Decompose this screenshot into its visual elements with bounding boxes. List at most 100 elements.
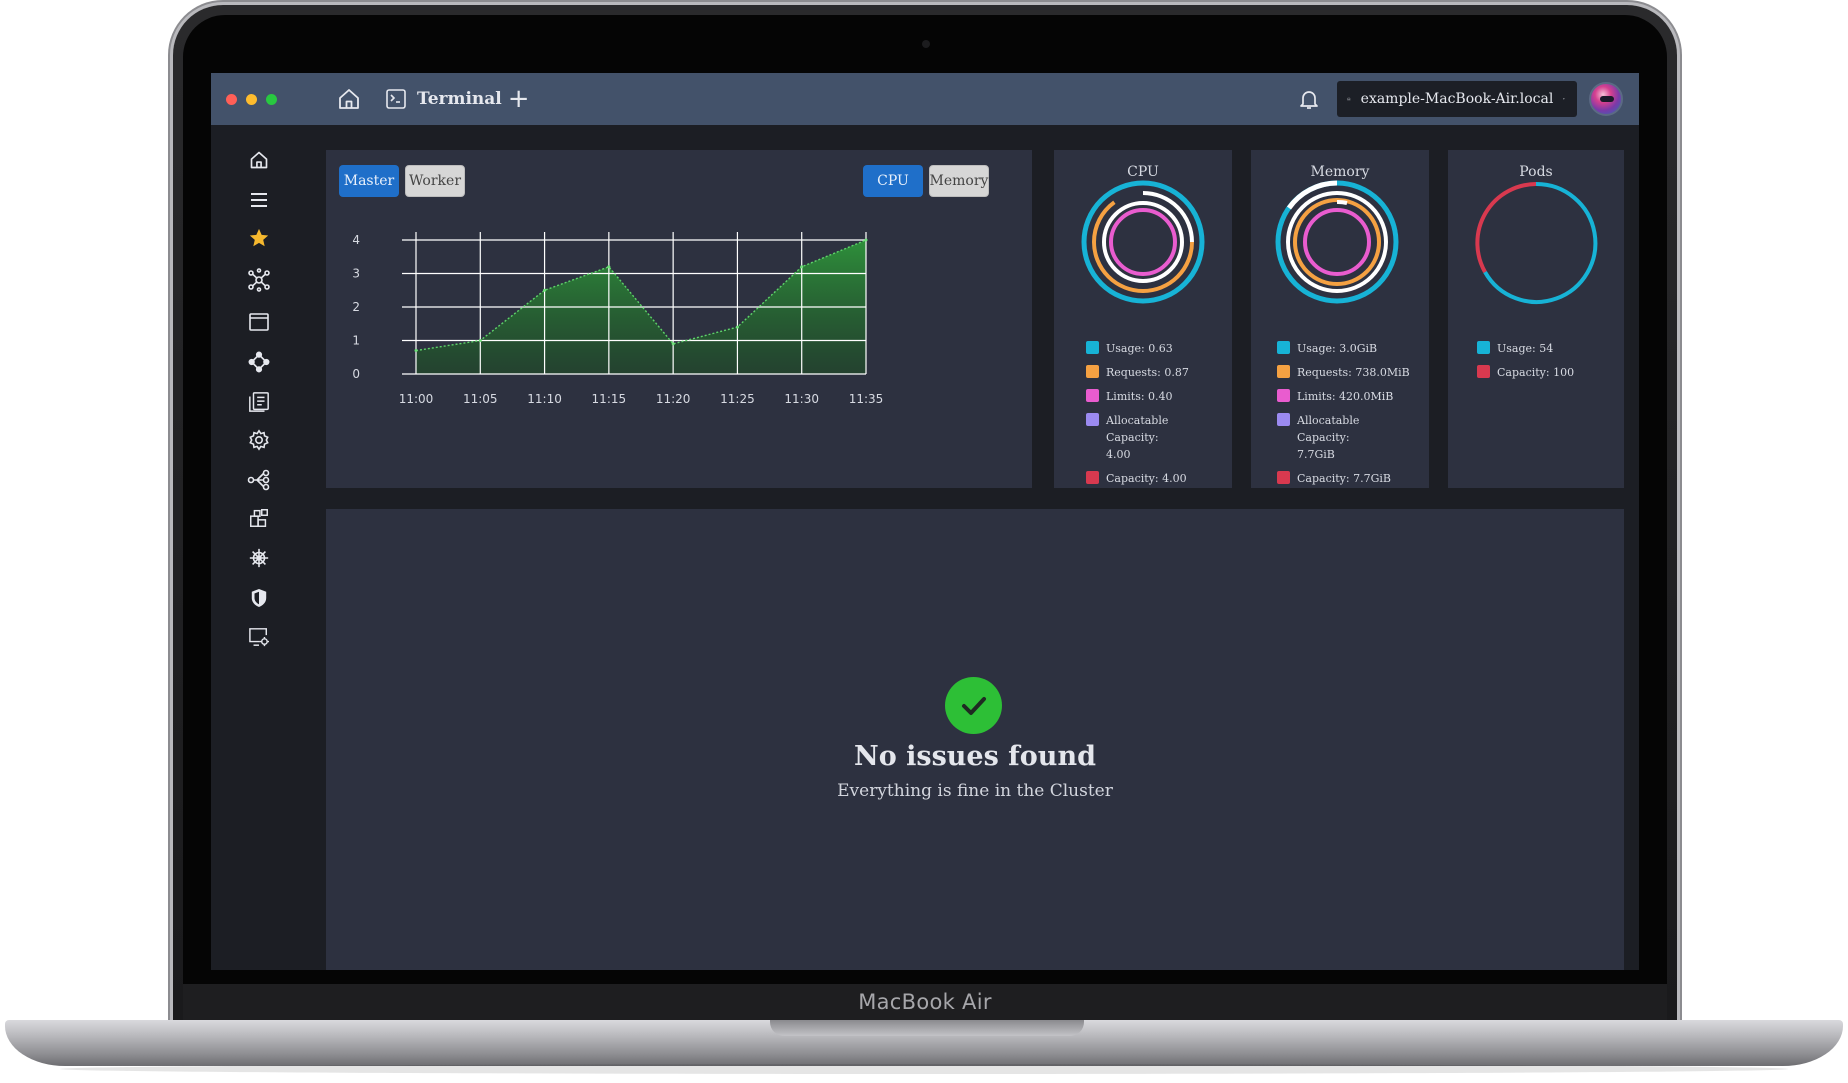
chart-xtick-label: 11:25 [720, 392, 755, 406]
home-icon [339, 89, 359, 109]
chart-ytick-label: 1 [352, 334, 360, 348]
sidebar-item-workloads[interactable] [244, 307, 274, 337]
legend-item: Limits: 0.40 [1086, 388, 1236, 405]
sidebar-item-menu[interactable] [244, 185, 274, 215]
legend-item: Requests: 0.87 [1086, 364, 1236, 381]
star-icon [249, 228, 269, 247]
chart-xtick-label: 11:15 [592, 392, 627, 406]
legend-label: Allocatable Capacity: 4.00 [1106, 414, 1169, 461]
cpu-legend: Usage: 0.63 Requests: 0.87 Limits: 0.40 … [1086, 340, 1236, 494]
metrics-chart-panel: Master Worker CPU Memory 0 1 2 3 4 11:00 11:05… [326, 150, 1032, 488]
legend-label: Allocatable Capacity: 7.7GiB [1297, 414, 1360, 461]
sidebar-item-favorites[interactable] [244, 223, 274, 253]
terminal-tab[interactable]: Terminal [385, 88, 502, 110]
helm-icon [249, 548, 269, 568]
legend-label: Requests: 0.87 [1106, 366, 1189, 379]
chart-xtick-label: 11:00 [399, 392, 434, 406]
legend-item: Capacity: 100 [1477, 364, 1627, 381]
pods-title: Pods [1519, 164, 1553, 180]
memory-title: Memory [1310, 164, 1370, 180]
network-icon [248, 351, 270, 373]
pods-usage-arc [1483, 181, 1598, 304]
avatar[interactable] [1589, 82, 1623, 116]
chart-ytick-label: 2 [352, 300, 360, 314]
legend-item: Requests: 738.0MiB [1277, 364, 1427, 381]
chart-point [543, 288, 547, 292]
docs-icon [249, 392, 269, 412]
topbar-right: example-MacBook-Air.local [1295, 81, 1623, 117]
chart-point [607, 265, 611, 269]
laptop-icon [1347, 97, 1351, 101]
memory-allocatable-ring [1286, 191, 1388, 293]
cpu-limits-ring [1109, 208, 1177, 276]
settings-gear-icon [249, 429, 269, 451]
home-button[interactable] [335, 85, 363, 113]
home-icon [250, 151, 268, 169]
pods-capacity-arc [1475, 182, 1537, 273]
legend-label: Usage: 54 [1497, 342, 1554, 355]
chart-point [671, 342, 675, 346]
legend-label: Usage: 0.63 [1106, 342, 1173, 355]
legend-label: Capacity: 100 [1497, 366, 1575, 379]
chart-point [414, 349, 418, 353]
chart-point [864, 238, 868, 242]
legend-label: Limits: 0.40 [1106, 390, 1173, 403]
sidebar-item-security[interactable] [244, 583, 274, 613]
legend-label: Capacity: 7.7GiB [1297, 472, 1391, 485]
memory-tick [1336, 199, 1348, 205]
camera [922, 40, 930, 48]
sidebar-item-helm[interactable] [244, 543, 274, 573]
pods-legend: Usage: 54 Capacity: 100 [1477, 340, 1627, 388]
apps-icon [250, 509, 268, 527]
laptop-shadow [60, 1064, 1788, 1074]
shield-icon [251, 589, 267, 607]
minimize-window-button[interactable] [246, 93, 257, 105]
bell-icon [1300, 91, 1318, 109]
context-selector[interactable]: example-MacBook-Air.local [1337, 81, 1577, 117]
issues-subtitle: Everything is fine in the Cluster [837, 781, 1113, 801]
terminal-tab-label: Terminal [417, 89, 502, 109]
close-window-button[interactable] [226, 93, 237, 105]
memory-limits-ring [1303, 208, 1371, 276]
issues-title: No issues found [854, 741, 1096, 772]
legend-item: Allocatable Capacity: 7.7GiB [1277, 412, 1427, 463]
memory-panel: Memory Usage: 3.0GiB Requests: 738.0MiB … [1251, 150, 1429, 488]
chart-xtick-label: 11:30 [784, 392, 819, 406]
chart-point [800, 265, 804, 269]
device-label: MacBook Air [858, 990, 992, 1014]
legend-item: Capacity: 7.7GiB [1277, 470, 1427, 487]
legend-item: Usage: 54 [1477, 340, 1627, 357]
laptop-notch [770, 1020, 1084, 1036]
sidebar-item-docs[interactable] [244, 387, 274, 417]
legend-item: Limits: 420.0MiB [1277, 388, 1427, 405]
context-name: example-MacBook-Air.local [1360, 91, 1554, 107]
topology-icon [247, 469, 270, 491]
sidebar-item-preferences[interactable] [244, 622, 274, 652]
chart-xtick-label: 11:05 [463, 392, 498, 406]
window-controls [226, 93, 277, 105]
sidebar-item-home[interactable] [244, 145, 274, 175]
laptop-chin: MacBook Air [183, 984, 1667, 1020]
sidebar-item-nodes[interactable] [244, 265, 274, 295]
cpu-panel: CPU Usage: 0.63 Requests: 0.87 Limits: 0… [1054, 150, 1232, 488]
chart-point [478, 339, 482, 342]
sidebar-item-apps[interactable] [244, 503, 274, 533]
chart-xtick-label: 11:20 [656, 392, 691, 406]
success-check-icon [945, 677, 1002, 734]
add-tab-button[interactable]: + [508, 86, 530, 112]
maximize-window-button[interactable] [266, 93, 277, 105]
cpu-capacity-ring [1081, 180, 1205, 304]
sidebar-item-topology[interactable] [244, 465, 274, 495]
sidebar-item-network[interactable] [244, 347, 274, 377]
cpu-allocatable-ring [1102, 201, 1184, 283]
memory-donut [1275, 180, 1399, 304]
legend-item: Allocatable Capacity: 4.00 [1086, 412, 1236, 463]
legend-label: Limits: 420.0MiB [1297, 390, 1394, 403]
legend-label: Capacity: 4.00 [1106, 472, 1187, 485]
cpu-title: CPU [1127, 164, 1159, 180]
screen-settings-icon [249, 628, 269, 647]
sidebar-item-settings[interactable] [244, 425, 274, 455]
cpu-area-chart: 0 1 2 3 4 11:00 11:05 11:10 11:15 11:20 11:25 11:30… [352, 232, 883, 406]
notifications-button[interactable] [1295, 85, 1323, 113]
terminal-icon [386, 89, 406, 109]
